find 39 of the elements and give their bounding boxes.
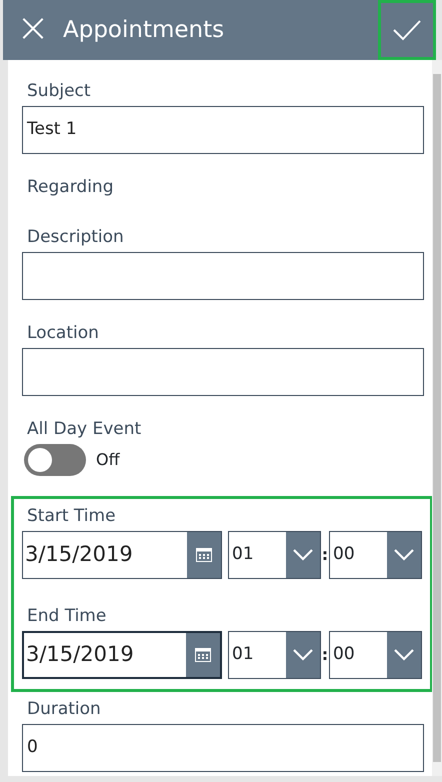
chevron-down-icon: [293, 649, 313, 661]
time-separator: :: [321, 544, 329, 566]
toggle-state: Off: [96, 449, 120, 471]
field-label: All Day Event: [26, 418, 142, 440]
text-field[interactable]: Test 1: [22, 106, 424, 154]
dropdown-button[interactable]: [286, 532, 320, 578]
chevron-down-icon: [394, 549, 414, 561]
calendar-icon: [195, 648, 211, 662]
field-label: End Time: [26, 605, 108, 627]
dropdown-button[interactable]: [387, 532, 421, 578]
chevron-down-icon: [293, 549, 313, 561]
time-separator: :: [321, 644, 329, 666]
calendar-button[interactable]: [186, 633, 220, 677]
lookup-label[interactable]: Regarding: [22, 176, 424, 198]
page-title: Appointments: [63, 16, 224, 45]
close-button[interactable]: ×: [3, 8, 63, 52]
dropdown-button[interactable]: [286, 632, 320, 678]
chevron-down-icon: [394, 649, 414, 661]
field-label: Start Time: [26, 505, 117, 527]
checkmark-icon: [392, 18, 422, 42]
hour-dropdown[interactable]: 01: [228, 631, 321, 679]
save-button[interactable]: [378, 0, 436, 60]
calendar-icon: [196, 548, 212, 562]
dropdown-button[interactable]: [387, 632, 421, 678]
minute-dropdown[interactable]: 00: [329, 531, 422, 579]
toggle-switch[interactable]: [24, 444, 86, 476]
scrollbar[interactable]: [432, 60, 442, 776]
field-label: Location: [26, 322, 100, 344]
text-field[interactable]: [22, 348, 424, 396]
date-field[interactable]: 3/15/2019: [22, 531, 222, 579]
hour-dropdown[interactable]: 01: [228, 531, 321, 579]
field-label: Duration: [26, 698, 102, 720]
date-field[interactable]: 3/15/2019: [22, 631, 222, 679]
text-field[interactable]: 0: [22, 724, 424, 772]
field-label: Description: [26, 226, 125, 248]
calendar-button[interactable]: [187, 532, 221, 578]
field-label: Subject: [26, 80, 92, 102]
minute-dropdown[interactable]: 00: [329, 631, 422, 679]
text-field[interactable]: [22, 252, 424, 300]
